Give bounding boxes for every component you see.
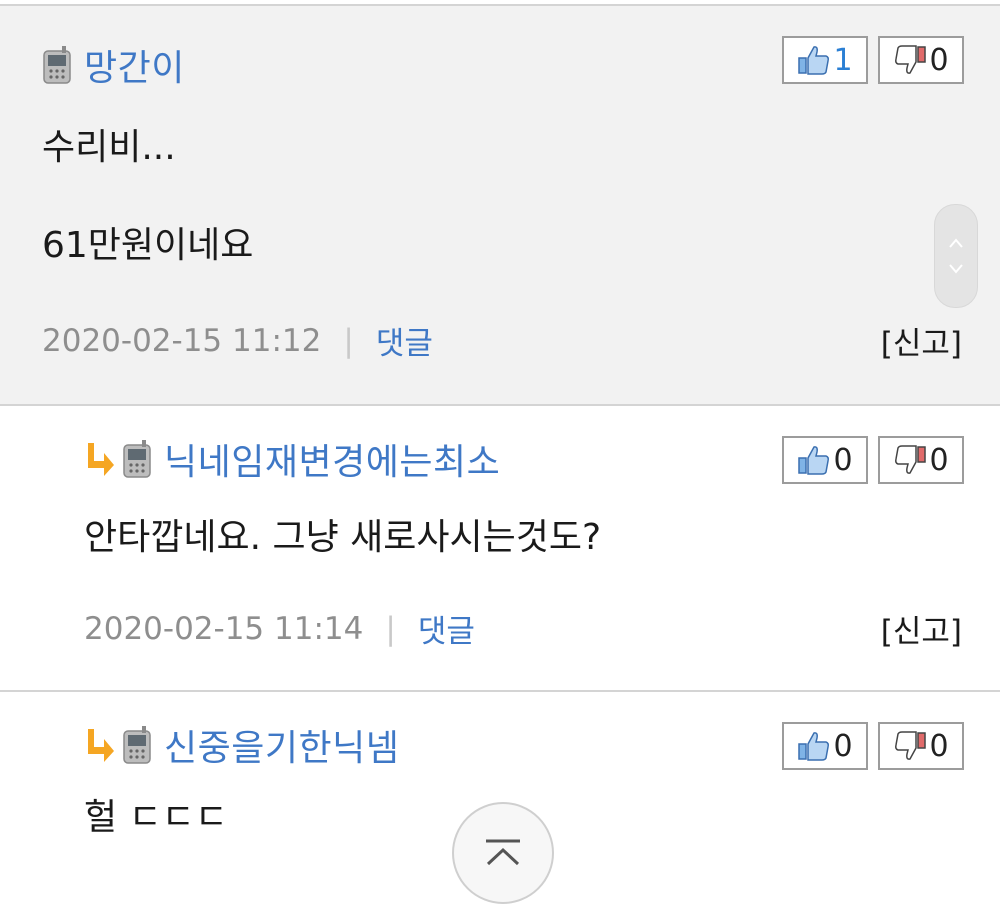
- reply-link[interactable]: 댓글: [418, 606, 475, 651]
- thumbs-up-icon: [798, 446, 830, 475]
- vote-buttons: 1 0: [782, 36, 964, 84]
- dislike-count: 0: [929, 728, 949, 764]
- comment-nickname[interactable]: 닉네임재변경에는최소: [164, 433, 500, 485]
- like-count: 0: [833, 728, 853, 764]
- report-link[interactable]: [신고]: [881, 318, 962, 363]
- comment-meta: 2020-02-15 11:14 | 댓글: [84, 606, 475, 651]
- like-button[interactable]: 1: [782, 36, 868, 84]
- comment-text-line: 61만원이네요: [42, 225, 254, 266]
- comment-item: 망간이 1 0 수리비... 61만원이네요 2020-02-15 11:12 …: [0, 6, 1000, 404]
- reply-arrow-icon: [88, 729, 114, 762]
- like-count: 0: [833, 442, 853, 478]
- thumbs-down-icon: [895, 731, 927, 760]
- like-button[interactable]: 0: [782, 436, 868, 484]
- thumbs-down-icon: [895, 445, 927, 474]
- meta-separator: |: [343, 322, 354, 359]
- comment-header: 신중을기한닉넴: [84, 720, 399, 770]
- like-button[interactable]: 0: [782, 722, 868, 770]
- comment-date: 2020-02-15 11:12: [42, 322, 322, 359]
- reply-arrow-icon: [88, 443, 114, 476]
- vote-buttons: 0 0: [782, 436, 964, 484]
- chevron-down-icon: [949, 264, 963, 274]
- comment-text-line: 안타깝네요. 그냥 새로사시는것도?: [84, 517, 602, 558]
- meta-separator: |: [385, 610, 396, 647]
- comment-date: 2020-02-15 11:14: [84, 610, 364, 647]
- scroll-to-top-button[interactable]: [452, 802, 554, 904]
- comment-meta: 2020-02-15 11:12 | 댓글: [42, 318, 433, 363]
- chevron-up-icon: [949, 238, 963, 248]
- comment-nickname[interactable]: 신중을기한닉넴: [164, 719, 399, 771]
- like-count: 1: [833, 42, 853, 78]
- comment-text-line: 헐 ㄷㄷㄷ: [84, 797, 228, 838]
- report-link[interactable]: [신고]: [881, 606, 962, 651]
- vote-buttons: 0 0: [782, 722, 964, 770]
- dislike-button[interactable]: 0: [878, 436, 964, 484]
- dislike-count: 0: [929, 42, 949, 78]
- dislike-button[interactable]: 0: [878, 722, 964, 770]
- comment-text-line: 수리비...: [42, 127, 176, 168]
- comment-nickname[interactable]: 망간이: [84, 39, 185, 91]
- reply-link[interactable]: 댓글: [376, 318, 433, 363]
- dislike-button[interactable]: 0: [878, 36, 964, 84]
- mobile-phone-icon: [43, 46, 71, 84]
- thumbs-up-icon: [798, 732, 830, 761]
- comment-header: 망간이: [42, 40, 185, 90]
- scrollbar-thumb[interactable]: [934, 204, 978, 308]
- mobile-phone-icon: [123, 440, 151, 478]
- thumbs-down-icon: [895, 45, 927, 74]
- comment-header: 닉네임재변경에는최소: [84, 434, 500, 484]
- dislike-count: 0: [929, 442, 949, 478]
- reply-comment-item: 닉네임재변경에는최소 0 0 안타깝네요. 그냥 새로사시는것도? 2020-0…: [0, 406, 1000, 690]
- mobile-phone-icon: [123, 726, 151, 764]
- thumbs-up-icon: [798, 46, 830, 75]
- scroll-to-top-icon: [486, 839, 520, 866]
